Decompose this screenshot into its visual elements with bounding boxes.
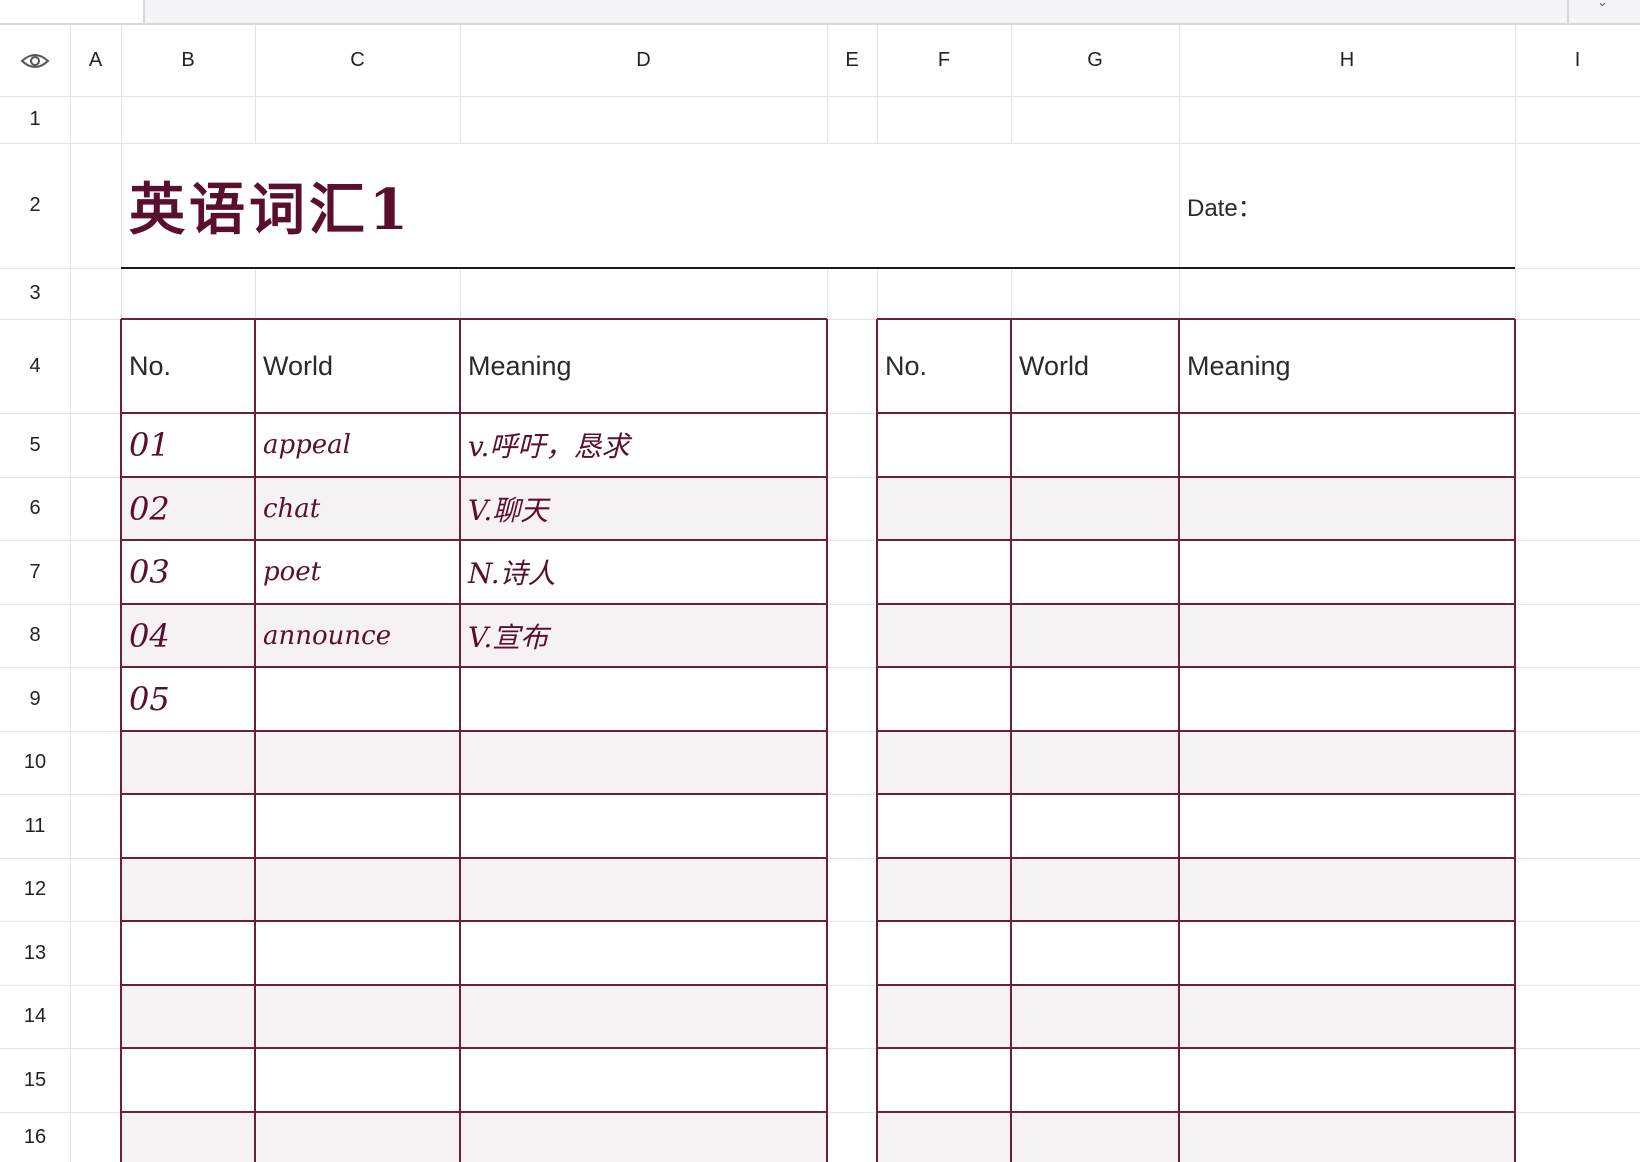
row-header-16[interactable]: 16 — [0, 1112, 70, 1162]
row-band — [121, 731, 827, 794]
table-border — [121, 1047, 827, 1049]
table-border — [877, 1111, 1515, 1113]
column-header-h[interactable]: H — [1179, 25, 1515, 96]
row-header-5[interactable]: 5 — [0, 413, 70, 477]
row-header-7[interactable]: 7 — [0, 540, 70, 604]
table-border — [1514, 319, 1516, 1162]
row-band — [877, 858, 1515, 921]
left-table-header-world[interactable]: World — [255, 319, 460, 413]
table-border — [877, 730, 1515, 732]
column-header-a[interactable]: A — [70, 25, 121, 96]
entry-word[interactable]: announce — [255, 604, 460, 667]
entry-number[interactable]: 02 — [121, 477, 255, 540]
column-header-c[interactable]: C — [255, 25, 460, 96]
row-header-12[interactable]: 12 — [0, 858, 70, 921]
table-border — [876, 319, 878, 1162]
entry-word[interactable]: poet — [255, 540, 460, 604]
gridline — [0, 96, 1640, 97]
row-header-9[interactable]: 9 — [0, 667, 70, 731]
formula-bar: ⌄ — [0, 0, 1640, 25]
table-border — [877, 793, 1515, 795]
row-band — [121, 985, 827, 1048]
table-border — [121, 1111, 827, 1113]
row-band — [877, 985, 1515, 1048]
right-table-header-meaning[interactable]: Meaning — [1179, 319, 1515, 413]
sheet-corner[interactable] — [0, 25, 70, 96]
table-border — [877, 857, 1515, 859]
row-header-4[interactable]: 4 — [0, 319, 70, 413]
table-border — [877, 476, 1515, 478]
right-table-header-no[interactable]: No. — [877, 319, 1011, 413]
table-border — [877, 539, 1515, 541]
entry-meaning[interactable]: V.聊天 — [460, 477, 827, 540]
row-header-1[interactable]: 1 — [0, 96, 70, 143]
entry-meaning[interactable]: v.呼吁，恳求 — [460, 413, 827, 477]
entry-meaning[interactable]: V.宣布 — [460, 604, 827, 667]
name-box[interactable] — [0, 0, 145, 23]
entry-number[interactable]: 01 — [121, 413, 255, 477]
column-header-g[interactable]: G — [1011, 25, 1179, 96]
entry-meaning[interactable] — [460, 667, 827, 731]
row-header-13[interactable]: 13 — [0, 921, 70, 985]
left-table-header-no[interactable]: No. — [121, 319, 255, 413]
row-header-11[interactable]: 11 — [0, 794, 70, 858]
table-border — [1178, 319, 1180, 1162]
table-border — [121, 857, 827, 859]
table-border — [877, 666, 1515, 668]
row-header-15[interactable]: 15 — [0, 1048, 70, 1112]
spreadsheet: ⌄ A B C D E F G H I 1 2 3 4 5 6 7 8 9 10 11 12 13 14 15 16 英语词汇1 D… — [0, 0, 1640, 1162]
row-band — [877, 477, 1515, 540]
right-table-header-world[interactable]: World — [1011, 319, 1179, 413]
entry-number[interactable]: 04 — [121, 604, 255, 667]
row-band — [121, 1112, 827, 1162]
row-header-8[interactable]: 8 — [0, 604, 70, 667]
entry-number[interactable]: 03 — [121, 540, 255, 604]
table-border — [877, 603, 1515, 605]
row-header-14[interactable]: 14 — [0, 985, 70, 1048]
column-header-f[interactable]: F — [877, 25, 1011, 96]
sheet-title[interactable]: 英语词汇1 — [121, 143, 1179, 268]
row-band — [877, 1112, 1515, 1162]
table-border — [877, 1047, 1515, 1049]
row-header-10[interactable]: 10 — [0, 731, 70, 794]
entry-word[interactable] — [255, 667, 460, 731]
entry-number[interactable]: 05 — [121, 667, 255, 731]
chevron-down-icon: ⌄ — [1597, 0, 1608, 9]
gridline — [70, 25, 71, 1162]
column-header-d[interactable]: D — [460, 25, 827, 96]
row-band — [877, 731, 1515, 794]
row-header-2[interactable]: 2 — [0, 143, 70, 268]
table-border — [121, 793, 827, 795]
date-label[interactable]: Date： — [1179, 143, 1515, 268]
column-header-i[interactable]: I — [1515, 25, 1640, 96]
row-header-6[interactable]: 6 — [0, 477, 70, 540]
column-header-b[interactable]: B — [121, 25, 255, 96]
entry-word[interactable]: appeal — [255, 413, 460, 477]
table-border — [877, 984, 1515, 986]
formula-bar-dropdown-button[interactable]: ⌄ — [1567, 0, 1640, 23]
row-band — [877, 604, 1515, 667]
entry-word[interactable]: chat — [255, 477, 460, 540]
table-border — [121, 920, 827, 922]
table-border — [877, 920, 1515, 922]
row-band — [121, 858, 827, 921]
left-table-header-meaning[interactable]: Meaning — [460, 319, 827, 413]
eye-icon — [20, 53, 50, 68]
table-border — [1010, 319, 1012, 1162]
row-header-3[interactable]: 3 — [0, 268, 70, 319]
column-header-e[interactable]: E — [827, 25, 877, 96]
table-border — [121, 984, 827, 986]
entry-meaning[interactable]: N.诗人 — [460, 540, 827, 604]
